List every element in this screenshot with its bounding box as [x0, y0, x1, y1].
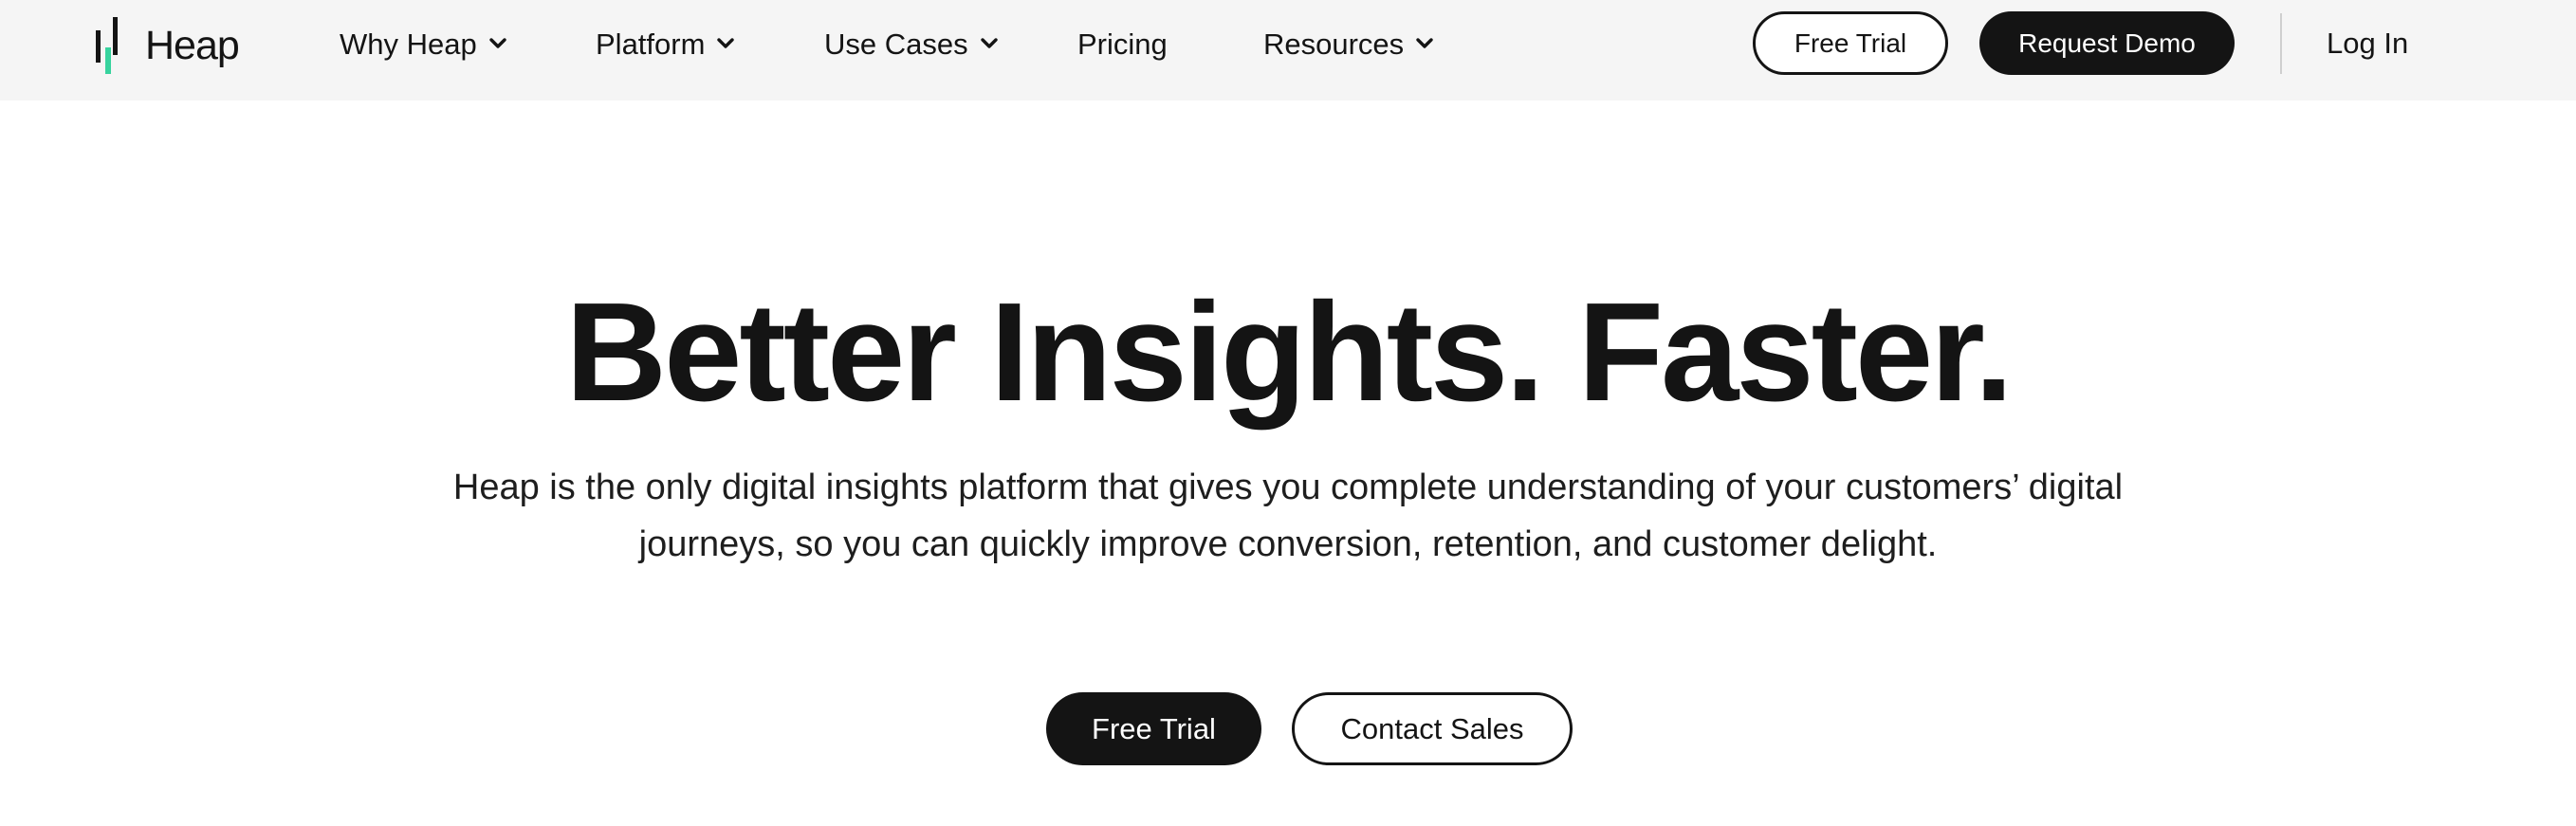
- heap-logo-icon: [96, 17, 118, 74]
- chevron-down-icon: [717, 38, 735, 48]
- header-free-trial-button[interactable]: Free Trial: [1753, 11, 1948, 75]
- hero-free-trial-label: Free Trial: [1092, 711, 1216, 745]
- hero-title: Better Insights. Faster.: [565, 274, 2014, 431]
- contact-sales-label: Contact Sales: [1340, 711, 1524, 745]
- nav-pricing-label: Pricing: [1077, 27, 1168, 61]
- request-demo-button[interactable]: Request Demo: [1979, 11, 2235, 75]
- nav-resources[interactable]: Resources: [1263, 25, 1434, 63]
- logo-wordmark: Heap: [145, 22, 240, 68]
- nav-resources-label: Resources: [1263, 27, 1405, 61]
- nav-use-cases[interactable]: Use Cases: [824, 25, 999, 63]
- chevron-down-icon: [980, 38, 998, 48]
- header-divider: [2280, 13, 2282, 74]
- header-free-trial-label: Free Trial: [1794, 28, 1907, 58]
- nav-pricing[interactable]: Pricing: [1077, 25, 1168, 63]
- chevron-down-icon: [1416, 38, 1433, 48]
- login-link[interactable]: Log In: [2327, 25, 2408, 63]
- heap-logo[interactable]: Heap: [96, 17, 240, 74]
- hero-free-trial-button[interactable]: Free Trial: [1046, 692, 1261, 765]
- nav-platform[interactable]: Platform: [596, 25, 735, 63]
- site-header: Heap Why Heap Platform Use Cases Pricing…: [0, 0, 2576, 101]
- nav-why-heap-label: Why Heap: [340, 27, 477, 61]
- request-demo-label: Request Demo: [2018, 28, 2196, 58]
- contact-sales-button[interactable]: Contact Sales: [1292, 692, 1573, 765]
- nav-why-heap[interactable]: Why Heap: [340, 25, 507, 63]
- chevron-down-icon: [489, 38, 506, 48]
- nav-use-cases-label: Use Cases: [824, 27, 968, 61]
- nav-platform-label: Platform: [596, 27, 706, 61]
- login-label: Log In: [2327, 27, 2409, 60]
- hero-subtitle: Heap is the only digital insights platfo…: [452, 468, 2124, 564]
